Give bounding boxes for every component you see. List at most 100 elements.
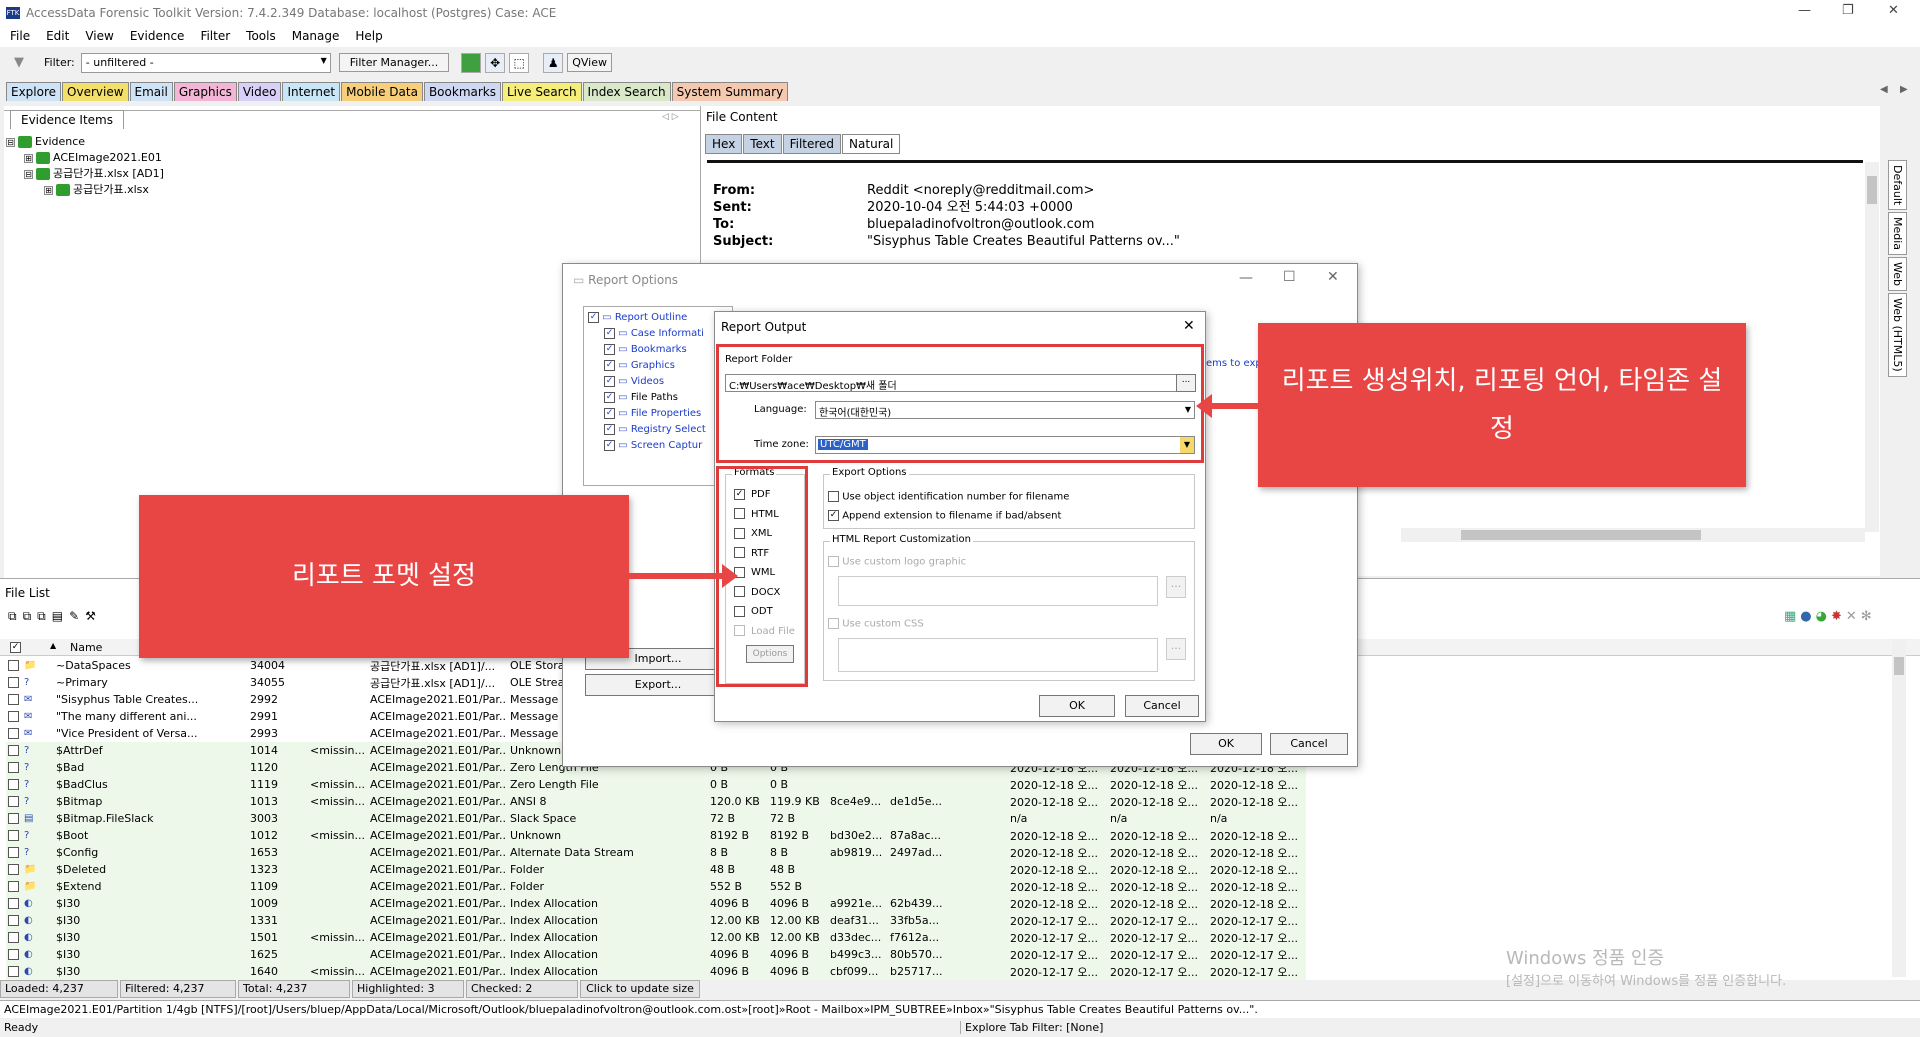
tab-bookmarks[interactable]: Bookmarks [423, 82, 501, 101]
tree-node-ad1[interactable]: ⊟ 공급단가표.xlsx [AD1] [6, 166, 164, 182]
table-row[interactable]: ? $BadClus 1119 <missin... ACEImage2021.E01/… [6, 776, 1306, 793]
tree-node-xlsx[interactable]: ⊞ 공급단가표.xlsx [6, 182, 164, 198]
ro-output-close-button[interactable]: ✕ [1183, 318, 1195, 334]
tab-mobile-data[interactable]: Mobile Data [341, 82, 423, 101]
tools-icon[interactable]: ⚒ [85, 609, 96, 624]
row-checkbox[interactable] [8, 711, 19, 722]
content-hscroll[interactable] [1401, 528, 1865, 542]
tab-natural[interactable]: Natural [842, 134, 901, 154]
menu-edit[interactable]: Edit [46, 29, 69, 43]
ro-close-button[interactable]: ✕ [1327, 269, 1339, 285]
chart-icon[interactable]: ◕ [1816, 609, 1827, 624]
outline-checkbox[interactable] [604, 343, 615, 355]
user-icon[interactable]: ♟ [543, 52, 564, 73]
tab-email[interactable]: Email [129, 82, 173, 101]
export-button[interactable]: Export... [585, 674, 731, 696]
row-checkbox[interactable] [8, 898, 19, 909]
table-row[interactable]: ? $Config 1653 ACEImage2021.E01/Par... Alter… [6, 844, 1306, 861]
outline-item[interactable]: ▭ File Properties [588, 406, 728, 422]
update-size-button[interactable]: Click to update size [580, 980, 700, 998]
browse-css-button[interactable]: ... [1166, 638, 1186, 660]
outline-checkbox[interactable] [588, 311, 599, 323]
copy-icon[interactable]: ⧉ [23, 609, 32, 624]
side-tab-default[interactable]: Default [1888, 160, 1907, 211]
row-checkbox[interactable] [8, 830, 19, 841]
outline-checkbox[interactable] [604, 439, 615, 451]
ro-ok-button[interactable]: OK [1190, 733, 1262, 755]
add-evidence-icon[interactable] [461, 52, 482, 73]
evidence-items-tab[interactable]: Evidence Items [10, 110, 124, 129]
row-checkbox[interactable] [8, 762, 19, 773]
table-row[interactable]: ▤ $Bitmap.FileSlack 3003 ACEImage2021.E01/P… [6, 810, 1306, 827]
outline-checkbox[interactable] [604, 423, 615, 435]
tab-video[interactable]: Video [237, 82, 282, 101]
tab-hex[interactable]: Hex [705, 134, 743, 154]
table-row[interactable]: 📁 $Deleted 1323 ACEImage2021.E01/Par... Fold… [6, 861, 1306, 878]
pen-icon[interactable]: ✎ [69, 609, 79, 624]
row-checkbox[interactable] [8, 813, 19, 824]
row-checkbox[interactable] [8, 660, 19, 671]
menu-manage[interactable]: Manage [292, 29, 340, 43]
row-checkbox[interactable] [8, 966, 19, 977]
globe-icon[interactable]: ● [1800, 609, 1811, 624]
menu-help[interactable]: Help [355, 29, 382, 43]
outline-checkbox[interactable] [604, 375, 615, 387]
row-checkbox[interactable] [8, 847, 19, 858]
settings-icon[interactable]: ✻ [1861, 609, 1872, 624]
minimize-button[interactable]: — [1798, 3, 1811, 18]
outline-item[interactable]: ▭ Case Informati [588, 326, 728, 342]
collapse-icon[interactable]: ⧉ [37, 609, 46, 624]
ro-maximize-button[interactable]: ☐ [1283, 269, 1296, 285]
logo-path-field[interactable] [838, 576, 1158, 606]
use-object-id-checkbox[interactable] [828, 491, 839, 502]
outline-checkbox[interactable] [604, 391, 615, 403]
tab-overview[interactable]: Overview [62, 82, 129, 101]
filter-select[interactable]: - unfiltered - ▼ [80, 52, 331, 73]
ro-minimize-button[interactable]: — [1239, 270, 1253, 286]
row-checkbox[interactable] [8, 915, 19, 926]
tab-text[interactable]: Text [743, 134, 782, 154]
outline-item[interactable]: ▭ Bookmarks [588, 342, 728, 358]
output-ok-button[interactable]: OK [1039, 695, 1115, 717]
outline-item[interactable]: ▭ Videos [588, 374, 728, 390]
output-cancel-button[interactable]: Cancel [1125, 695, 1199, 717]
browse-logo-button[interactable]: ... [1166, 576, 1186, 598]
tab-live-search[interactable]: Live Search [502, 82, 582, 101]
tab-system-summary[interactable]: System Summary [671, 82, 789, 101]
menu-filter[interactable]: Filter [200, 29, 230, 43]
table-row[interactable]: ◐ $I30 1009 ACEImage2021.E01/Par... Index Al… [6, 895, 1306, 912]
select-icon[interactable]: ⬚ [509, 52, 530, 73]
tab-index-search[interactable]: Index Search [582, 82, 671, 101]
append-extension-checkbox[interactable] [828, 510, 839, 521]
side-tab-media[interactable]: Media [1888, 212, 1907, 256]
side-tab-web-html5[interactable]: Web (HTML5) [1888, 293, 1907, 377]
css-path-field[interactable] [838, 638, 1158, 672]
pane-scroll-arrows[interactable]: ◁ ▷ [662, 112, 679, 122]
outline-item[interactable]: ▭ Graphics [588, 358, 728, 374]
tree-node-evidence[interactable]: ⊟ Evidence [6, 134, 164, 150]
row-checkbox[interactable] [8, 932, 19, 943]
close-button[interactable]: ✕ [1888, 3, 1899, 18]
columns-icon[interactable]: ▤ [52, 609, 63, 624]
row-checkbox[interactable] [8, 694, 19, 705]
qview-button[interactable]: QView [567, 53, 612, 72]
table-row[interactable]: 📁 $Extend 1109 ACEImage2021.E01/Par... Folde… [6, 878, 1306, 895]
side-tab-web[interactable]: Web [1888, 257, 1907, 292]
outline-item[interactable]: ▭ File Paths [588, 390, 728, 406]
table-row[interactable]: ◐ $I30 1625 ACEImage2021.E01/Par... Index Al… [6, 946, 1306, 963]
table-row[interactable]: ? $Boot 1012 <missin... ACEImage2021.E01/Par… [6, 827, 1306, 844]
table-row[interactable]: ? $Bitmap 1013 <missin... ACEImage2021.E01/P… [6, 793, 1306, 810]
select-all-checkbox[interactable] [10, 642, 21, 653]
filter-manager-button[interactable]: Filter Manager... [338, 53, 450, 72]
custom-logo-checkbox[interactable] [828, 556, 839, 567]
table-row[interactable]: ◐ $I30 1640 <missin... ACEImage2021.E01/Par.… [6, 963, 1306, 980]
tabs-scroll-right[interactable]: ▶ [1900, 84, 1908, 95]
tab-graphics[interactable]: Graphics [173, 82, 237, 101]
row-checkbox[interactable] [8, 779, 19, 790]
menu-file[interactable]: File [10, 29, 30, 43]
row-checkbox[interactable] [8, 949, 19, 960]
tab-internet[interactable]: Internet [282, 82, 341, 101]
row-checkbox[interactable] [8, 864, 19, 875]
menu-tools[interactable]: Tools [246, 29, 276, 43]
row-checkbox[interactable] [8, 728, 19, 739]
